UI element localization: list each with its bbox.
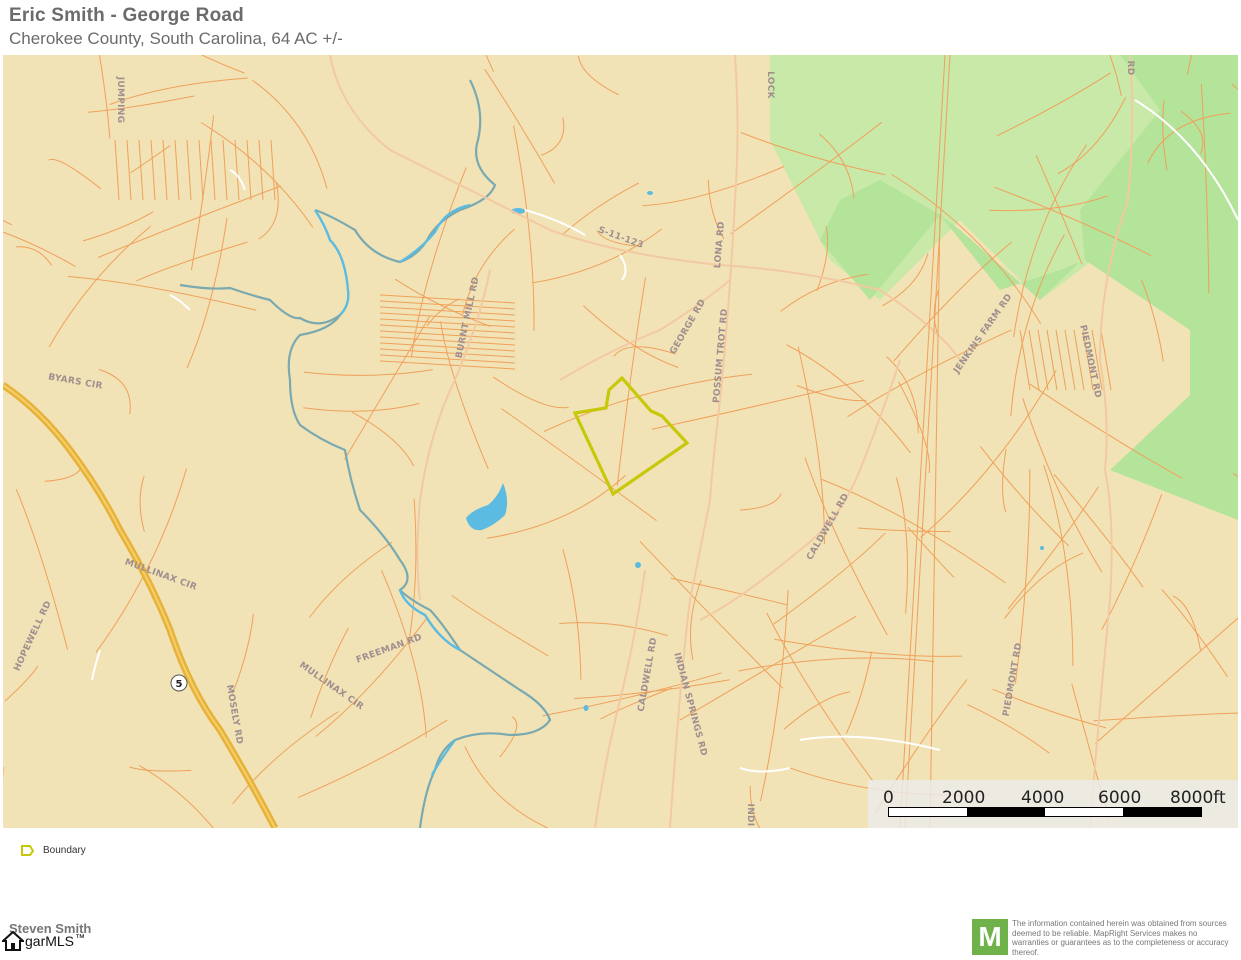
map-graphic: 5 JUMPINGBYARS CIRBURNT MILL RDS-11-123 L… (3, 55, 1238, 828)
road-label: JUMPING (115, 76, 125, 124)
pond (647, 191, 653, 195)
scale-label-0: 0 (883, 788, 894, 808)
scale-label-2000: 2000 (942, 788, 986, 808)
scale-bar-strip (888, 807, 1202, 817)
pond (1040, 546, 1044, 550)
scale-label-6000: 6000 (1098, 788, 1142, 808)
pond (583, 705, 589, 711)
map-subtitle: Cherokee County, South Carolina, 64 AC +… (9, 29, 343, 48)
legend: Boundary (21, 845, 86, 856)
road-label: INDI (745, 804, 755, 827)
mls-trademark: ™ (75, 932, 86, 944)
mls-logo: garMLS ™ (2, 930, 85, 952)
disclaimer-text: The information contained herein was obt… (1012, 919, 1229, 957)
house-icon (2, 930, 24, 951)
road-label: LOCK (765, 71, 775, 100)
map-title: Eric Smith - George Road (9, 5, 244, 26)
map-canvas[interactable]: 5 JUMPING BYARS CIR BURNT MILL RD S-11-123 L… (3, 55, 1238, 828)
road-label: RD (1125, 60, 1135, 75)
legend-boundary-label: Boundary (43, 845, 86, 856)
mapright-logo: M (972, 919, 1008, 955)
pond (635, 562, 641, 568)
mls-logo-text: garMLS (25, 933, 75, 949)
scale-label-8000ft: 8000ft (1170, 788, 1226, 808)
scale-bar: 0 2000 4000 6000 8000ft (868, 780, 1238, 828)
boundary-polygon-icon (21, 845, 34, 856)
scale-label-4000: 4000 (1021, 788, 1065, 808)
route-5-label: 5 (176, 679, 183, 690)
